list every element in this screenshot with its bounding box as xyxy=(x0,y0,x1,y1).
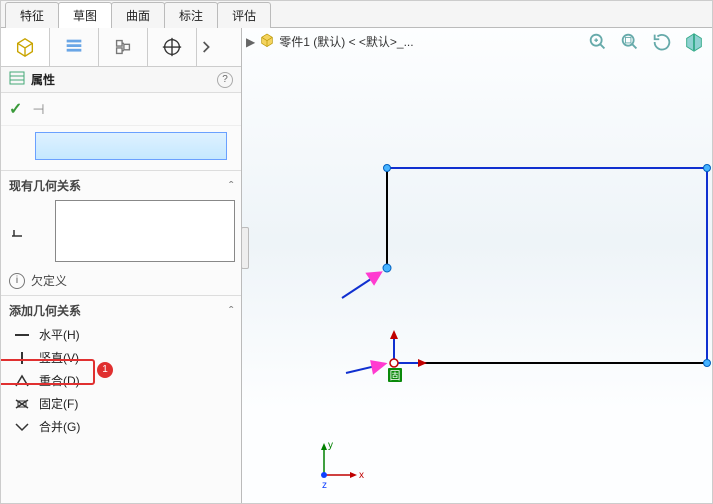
section-existing-relations: 现有几何关系 ˆ xyxy=(1,170,241,266)
annotation-highlight xyxy=(0,359,95,385)
selection-preview[interactable] xyxy=(35,132,227,160)
tab-surface[interactable]: 曲面 xyxy=(111,2,165,28)
tab-annotation[interactable]: 标注 xyxy=(164,2,218,28)
relation-horizontal[interactable]: 水平(H) xyxy=(11,323,235,346)
svg-text:y: y xyxy=(328,440,333,451)
svg-text:z: z xyxy=(322,480,327,490)
panel-icon-bar xyxy=(1,28,241,67)
relation-merge[interactable]: 合并(G) xyxy=(11,415,235,438)
panel-tab-feature-manager[interactable] xyxy=(1,28,50,66)
sketch-origin[interactable]: 固 xyxy=(388,330,427,382)
fix-icon xyxy=(13,396,31,412)
breadcrumb-text: 零件1 (默认) < <默认>_... xyxy=(279,33,413,50)
relation-fix[interactable]: 固定(F) xyxy=(11,392,235,415)
panel-tab-property-manager[interactable] xyxy=(50,28,99,66)
info-icon: i xyxy=(9,273,25,289)
status-text: 欠定义 xyxy=(31,272,67,289)
pin-button[interactable]: ⊣ xyxy=(32,101,44,118)
definition-status: i 欠定义 xyxy=(1,266,241,295)
property-title: 属性 xyxy=(31,71,55,88)
zoom-window-button[interactable] xyxy=(618,30,642,54)
panel-tab-config-manager[interactable] xyxy=(99,28,148,66)
tab-evaluate[interactable]: 评估 xyxy=(217,2,271,28)
section-title-existing: 现有几何关系 xyxy=(9,177,81,194)
origin-label: 固 xyxy=(390,369,401,382)
graphics-viewport[interactable]: ▶ 零件1 (默认) < <默认>_... xyxy=(242,28,712,504)
panel-splitter[interactable] xyxy=(241,27,247,503)
sketch-geometry[interactable]: 固 xyxy=(312,138,713,468)
tab-features[interactable]: 特征 xyxy=(5,2,59,28)
zoom-fit-button[interactable] xyxy=(586,30,610,54)
relation-label: 固定(F) xyxy=(39,395,78,412)
section-add-relations: 添加几何关系 ˆ 水平(H) 竖直(V) 重合(D) xyxy=(1,295,241,442)
relation-label: 水平(H) xyxy=(39,326,80,343)
section-view-button[interactable] xyxy=(682,30,706,54)
panel-tab-overflow[interactable] xyxy=(197,28,217,66)
merge-icon xyxy=(13,419,31,435)
rotate-view-button[interactable] xyxy=(650,30,674,54)
collapse-toggle-add[interactable]: ˆ xyxy=(229,304,233,318)
ok-button[interactable]: ✓ xyxy=(9,99,22,119)
property-icon xyxy=(9,71,25,88)
part-icon xyxy=(259,32,275,51)
triad-axis: x y z xyxy=(304,440,364,490)
section-title-add: 添加几何关系 xyxy=(9,302,81,319)
property-panel: 属性 ? ✓ ⊣ 现有几何关系 ˆ xyxy=(1,28,242,504)
endpoint-icon xyxy=(11,223,27,239)
help-button[interactable]: ? xyxy=(217,72,233,88)
horizontal-icon xyxy=(13,327,31,343)
annotation-badge: 1 xyxy=(97,362,113,378)
panel-tab-dim-manager[interactable] xyxy=(148,28,197,66)
breadcrumb-arrow-icon: ▶ xyxy=(246,35,255,49)
annotation-arrow-2 xyxy=(346,362,384,373)
tab-sketch[interactable]: 草图 xyxy=(58,2,112,28)
existing-relations-list[interactable] xyxy=(55,200,235,262)
collapse-toggle-existing[interactable]: ˆ xyxy=(229,179,233,193)
svg-text:x: x xyxy=(359,470,364,481)
property-header: 属性 ? xyxy=(1,67,241,93)
relation-label: 合并(G) xyxy=(39,418,80,435)
breadcrumb[interactable]: ▶ 零件1 (默认) < <默认>_... xyxy=(246,32,414,51)
annotation-arrow-1 xyxy=(342,273,380,298)
splitter-grip-icon[interactable] xyxy=(241,227,249,269)
confirm-bar: ✓ ⊣ xyxy=(1,93,241,126)
ribbon-tabs: 特征 草图 曲面 标注 评估 xyxy=(1,1,712,28)
open-endpoint[interactable] xyxy=(383,264,391,272)
view-toolbar xyxy=(586,30,706,54)
